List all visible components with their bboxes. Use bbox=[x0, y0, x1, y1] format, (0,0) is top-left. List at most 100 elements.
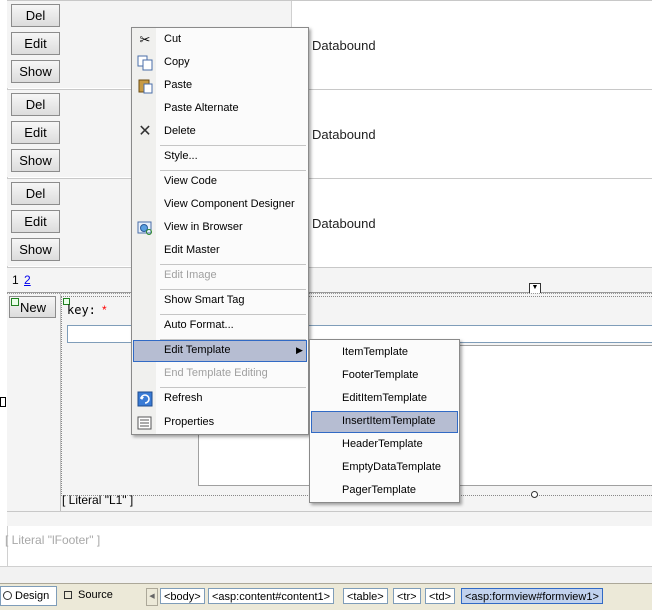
menu-item-auto-format[interactable]: Auto Format... bbox=[133, 315, 307, 337]
menu-item-cut[interactable]: ✂ Cut bbox=[133, 29, 307, 51]
design-tab-label: Design bbox=[15, 590, 50, 602]
menu-item-style[interactable]: Style... bbox=[133, 146, 307, 168]
menu-item-paste-alternate[interactable]: Paste Alternate bbox=[133, 98, 307, 120]
source-tab[interactable]: Source bbox=[60, 586, 120, 606]
edit-template-submenu: ItemTemplate FooterTemplate EditItemTemp… bbox=[309, 339, 460, 503]
breadcrumb-body[interactable]: <body> bbox=[160, 588, 205, 604]
left-edge-arrow-icon bbox=[0, 397, 6, 407]
menu-item-label: Copy bbox=[164, 56, 190, 68]
menu-item-label: Auto Format... bbox=[164, 319, 234, 331]
context-menu: ✂ Cut Copy Paste Paste Alternate ✕ Delet… bbox=[131, 27, 309, 435]
source-view-icon bbox=[64, 591, 72, 599]
menu-item-label: View Component Designer bbox=[164, 198, 295, 210]
menu-item-label: Delete bbox=[164, 125, 196, 137]
menu-item-end-template-editing: End Template Editing bbox=[133, 363, 307, 385]
menu-item-edit-image: Edit Image bbox=[133, 265, 307, 287]
delete-x-icon: ✕ bbox=[138, 123, 152, 140]
new-button[interactable]: New bbox=[9, 296, 56, 318]
horizontal-scrollbar[interactable] bbox=[0, 566, 652, 583]
browser-icon bbox=[137, 220, 153, 236]
databound-cell: Databound bbox=[312, 127, 376, 142]
lower-container bbox=[7, 511, 652, 526]
menu-item-edit-master[interactable]: Edit Master bbox=[133, 240, 307, 262]
grid-row: Del Edit Show Databound bbox=[7, 178, 652, 266]
menu-item-view-component-designer[interactable]: View Component Designer bbox=[133, 194, 307, 216]
scissors-icon: ✂ bbox=[139, 32, 151, 47]
menu-item-label: End Template Editing bbox=[164, 367, 268, 379]
breadcrumb-tr[interactable]: <tr> bbox=[393, 588, 421, 604]
breadcrumb-formview[interactable]: <asp:formview#formview1> bbox=[461, 588, 603, 604]
submenu-item-insertitemtemplate[interactable]: InsertItemTemplate bbox=[311, 411, 458, 433]
menu-item-properties[interactable]: Properties bbox=[133, 412, 307, 434]
menu-item-label: Style... bbox=[164, 150, 198, 162]
menu-item-label: Cut bbox=[164, 33, 182, 45]
designer-status-bar: Design Source ◀ <body> <asp:content#cont… bbox=[0, 583, 652, 610]
menu-item-delete[interactable]: ✕ Delete bbox=[133, 121, 307, 143]
menu-item-label: Paste bbox=[164, 79, 193, 91]
menu-item-label: View Code bbox=[164, 175, 217, 187]
design-view-icon bbox=[3, 591, 12, 600]
show-button[interactable]: Show bbox=[11, 149, 60, 172]
menu-item-label: Edit Image bbox=[164, 269, 217, 281]
breadcrumb-table[interactable]: <table> bbox=[343, 588, 388, 604]
menu-item-label: Edit Template bbox=[164, 344, 231, 356]
breadcrumb-content[interactable]: <asp:content#content1> bbox=[208, 588, 335, 604]
show-button[interactable]: Show bbox=[11, 238, 60, 261]
menu-item-show-smart-tag[interactable]: Show Smart Tag bbox=[133, 290, 307, 312]
paste-icon bbox=[137, 78, 153, 94]
submenu-item-headertemplate[interactable]: HeaderTemplate bbox=[311, 434, 458, 456]
submenu-item-label: PagerTemplate bbox=[342, 484, 416, 496]
submenu-item-label: FooterTemplate bbox=[342, 369, 419, 381]
grid-pager: 1 2 ▼ bbox=[7, 267, 652, 294]
edit-button[interactable]: Edit bbox=[11, 210, 60, 233]
submenu-item-pagertemplate[interactable]: PagerTemplate bbox=[311, 480, 458, 502]
menu-item-edit-template[interactable]: Edit Template ▶ bbox=[133, 340, 307, 362]
submenu-item-itemtemplate[interactable]: ItemTemplate bbox=[311, 342, 458, 364]
del-button[interactable]: Del bbox=[11, 182, 60, 205]
submenu-item-label: EmptyDataTemplate bbox=[342, 461, 442, 473]
del-button[interactable]: Del bbox=[11, 93, 60, 116]
template-marker-icon bbox=[11, 298, 19, 306]
menu-item-label: Show Smart Tag bbox=[164, 294, 245, 306]
menu-item-label: Paste Alternate bbox=[164, 102, 239, 114]
edit-button[interactable]: Edit bbox=[11, 121, 60, 144]
grid-row: Del Edit Show Databound bbox=[7, 89, 652, 177]
breadcrumb-scroll-left-icon[interactable]: ◀ bbox=[146, 588, 158, 606]
menu-item-view-code[interactable]: View Code bbox=[133, 171, 307, 193]
databound-cell: Databound bbox=[312, 216, 376, 231]
submenu-item-label: ItemTemplate bbox=[342, 346, 409, 358]
grid-row: Del Edit Show Databound bbox=[7, 0, 652, 88]
new-button-label: New bbox=[20, 300, 47, 315]
menu-item-view-in-browser[interactable]: View in Browser bbox=[133, 217, 307, 239]
submenu-arrow-icon: ▶ bbox=[296, 345, 303, 355]
refresh-icon bbox=[137, 391, 153, 407]
edit-button[interactable]: Edit bbox=[11, 32, 60, 55]
required-star: * bbox=[102, 303, 107, 317]
literal-footer-text: Literal "lFooter" bbox=[11, 533, 94, 547]
pager-page-1: 1 bbox=[12, 273, 19, 287]
pager-page-2-link[interactable]: 2 bbox=[24, 273, 31, 287]
menu-item-label: Properties bbox=[164, 416, 215, 428]
menu-item-copy[interactable]: Copy bbox=[133, 52, 307, 74]
del-button[interactable]: Del bbox=[11, 4, 60, 27]
menu-item-label: View in Browser bbox=[164, 221, 243, 233]
literal-l1: [ Literal "L1" ] bbox=[62, 493, 134, 507]
breadcrumb-td[interactable]: <td> bbox=[425, 588, 456, 604]
show-button[interactable]: Show bbox=[11, 60, 60, 83]
source-tab-label: Source bbox=[78, 589, 113, 601]
submenu-item-footertemplate[interactable]: FooterTemplate bbox=[311, 365, 458, 387]
submenu-item-edititemtemplate[interactable]: EditItemTemplate bbox=[311, 388, 458, 410]
submenu-item-label: InsertItemTemplate bbox=[342, 415, 436, 427]
design-tab[interactable]: Design bbox=[0, 586, 57, 606]
menu-item-paste[interactable]: Paste bbox=[133, 75, 307, 97]
menu-item-label: Refresh bbox=[164, 392, 203, 404]
menu-item-refresh[interactable]: Refresh bbox=[133, 388, 307, 410]
literal-l1-text: Literal "L1" bbox=[68, 493, 127, 507]
submenu-item-label: HeaderTemplate bbox=[342, 438, 423, 450]
key-label: key: bbox=[67, 303, 96, 317]
properties-icon bbox=[137, 415, 153, 431]
copy-icon bbox=[137, 55, 153, 71]
submenu-item-emptydatatemplate[interactable]: EmptyDataTemplate bbox=[311, 457, 458, 479]
menu-item-label: Edit Master bbox=[164, 244, 220, 256]
resize-handle[interactable] bbox=[531, 491, 538, 498]
